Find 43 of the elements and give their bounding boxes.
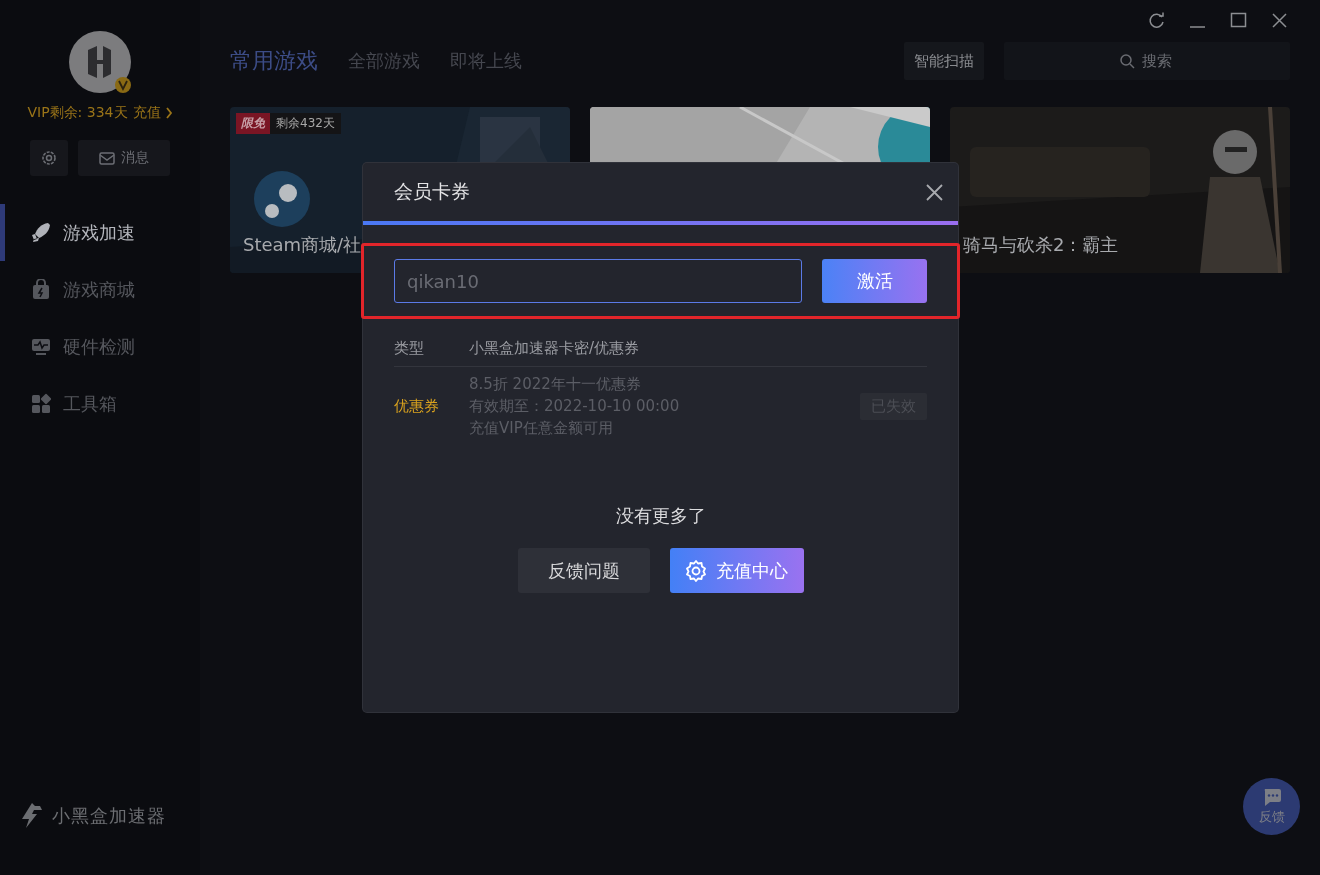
activate-button[interactable]: 激活 [822, 259, 927, 303]
settings-icon [41, 150, 57, 166]
feedback-button[interactable]: 反馈问题 [517, 548, 650, 593]
remaining-days: 剩余432天 [270, 113, 341, 134]
column-header: 类型 [394, 339, 425, 358]
nav-item[interactable]: 游戏商城 [0, 261, 200, 318]
nav-item[interactable]: 游戏加速 [0, 204, 200, 261]
vip-remaining: VIP剩余: 334天 [27, 104, 128, 122]
tab[interactable]: 即将上线 [450, 49, 522, 73]
nav-item[interactable]: 工具箱 [0, 375, 200, 432]
game-title: 骑马与砍杀2：霸主 [963, 233, 1119, 257]
lightning-logo-icon [20, 802, 44, 829]
message-button[interactable]: 消息 [78, 140, 170, 176]
search-field[interactable]: 搜索 [1004, 42, 1290, 80]
rocket-icon [31, 222, 51, 243]
code-input-field[interactable]: qikan10 [394, 259, 802, 303]
nav-item[interactable]: 硬件检测 [0, 318, 200, 375]
maximize-icon[interactable] [1230, 12, 1247, 29]
free-badge: 限免 [236, 113, 270, 134]
coupon-type: 优惠券 [394, 397, 440, 416]
close-icon [926, 183, 943, 201]
dialog-title: 会员卡券 [394, 179, 470, 204]
chevron-right-icon [164, 107, 173, 119]
game-title: Steam商城/社 [243, 233, 362, 257]
search-icon [1120, 54, 1135, 69]
end-of-list-text: 没有更多了 [614, 504, 707, 528]
shopping-bag-icon [31, 279, 51, 300]
monitor-pulse-icon [31, 336, 51, 357]
tab[interactable]: 常用游戏 [230, 46, 318, 76]
column-header: 小黑盒加速器卡密/优惠券 [469, 339, 640, 358]
avatar-logo [68, 30, 132, 94]
tab[interactable]: 全部游戏 [348, 49, 420, 73]
settings-icon [685, 559, 706, 582]
close-button[interactable] [926, 183, 943, 201]
close-icon[interactable] [1271, 12, 1288, 29]
mail-icon [99, 151, 115, 165]
brand-name: 小黑盒加速器 [52, 803, 166, 828]
settings-button[interactable] [30, 140, 68, 176]
scan-button[interactable]: 智能扫描 [904, 42, 984, 80]
recharge-center-button[interactable]: 充值中心 [669, 548, 804, 593]
grid-icon [31, 393, 51, 414]
recharge-link[interactable]: 充值 [132, 104, 173, 122]
refresh-icon[interactable] [1148, 12, 1165, 29]
